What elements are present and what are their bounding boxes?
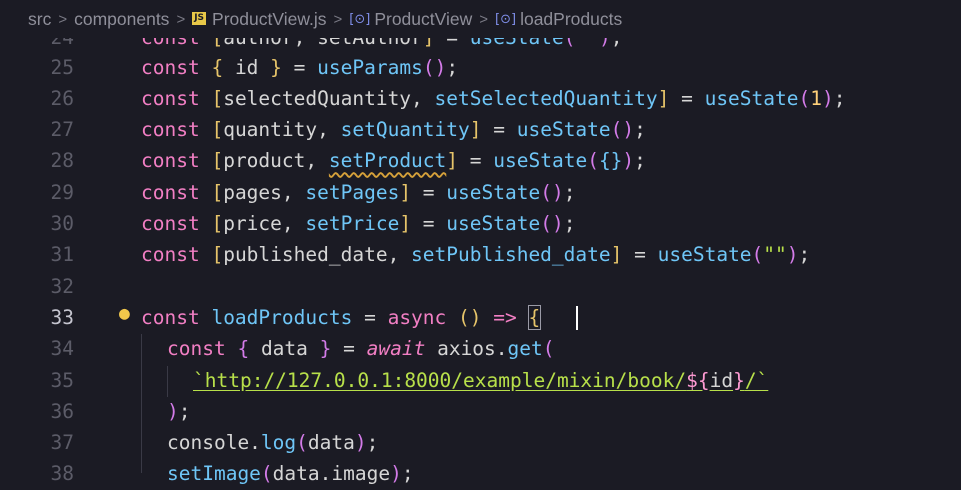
line-number: 38 — [50, 462, 74, 486]
code-text: const [price, setPrice] = useState(); — [141, 212, 576, 235]
line-number: 30 — [50, 212, 74, 235]
line-number: 33 — [50, 305, 74, 329]
line-number: 29 — [50, 180, 74, 204]
code-line[interactable]: 27 const [quantity, setQuantity] = useSt… — [0, 114, 961, 145]
code-line-active[interactable]: 33 const loadProducts = async () => { — [0, 302, 961, 333]
code-line[interactable]: 38 setImage(data.image); — [0, 458, 961, 489]
js-file-icon: JS — [192, 11, 207, 25]
line-number: 37 — [50, 431, 74, 455]
chevron-right-icon: > — [58, 10, 68, 28]
code-line[interactable]: 31 const [published_date, setPublished_d… — [0, 239, 961, 270]
code-text: const { id } = useParams(); — [141, 55, 459, 79]
code-line[interactable]: 35 `http://127.0.0.1:8000/example/mixin/… — [0, 365, 961, 396]
line-number: 28 — [50, 149, 74, 173]
breadcrumb-item-function[interactable]: loadProducts — [520, 9, 622, 30]
code-line[interactable]: 34 const { data } = await axios.get( — [0, 333, 961, 364]
line-number: 35 — [50, 368, 74, 392]
code-line[interactable]: 28 const [product, setProduct] = useStat… — [0, 145, 961, 176]
warning-squiggle: setProduct — [328, 149, 447, 173]
line-number: 32 — [50, 274, 74, 298]
breadcrumb: src > components > JS ProductView.js > [… — [0, 0, 961, 38]
code-line[interactable]: 30 const [price, setPrice] = useState(); — [0, 208, 961, 239]
line-number: 27 — [50, 118, 74, 142]
code-line[interactable]: 26 const [selectedQuantity, setSelectedQ… — [0, 83, 961, 114]
code-line[interactable]: 32 — [0, 271, 961, 302]
code-line[interactable]: 29 const [pages, setPages] = useState(); — [0, 177, 961, 208]
line-number: 26 — [50, 86, 74, 110]
line-number: 34 — [50, 337, 74, 361]
symbol-method-icon: [⊙] — [495, 11, 517, 27]
chevron-right-icon: > — [333, 10, 343, 28]
code-text: console.log(data); — [167, 431, 379, 455]
symbol-method-icon: [⊙] — [349, 11, 371, 27]
text-cursor — [576, 306, 578, 330]
code-line[interactable]: 25 const { id } = useParams(); — [0, 52, 961, 83]
code-text: const [product, setProduct] = useState({… — [141, 149, 646, 173]
code-text: const [pages, setPages] = useState(); — [141, 180, 576, 204]
code-text: `http://127.0.0.1:8000/example/mixin/boo… — [193, 368, 769, 392]
code-text: const [quantity, setQuantity] = useState… — [141, 118, 646, 142]
breadcrumb-item-file[interactable]: ProductView.js — [212, 9, 326, 30]
chevron-right-icon: > — [176, 10, 186, 28]
code-text: setImage(data.image); — [167, 462, 414, 486]
code-text: const [selectedQuantity, setSelectedQuan… — [141, 86, 846, 110]
line-number: 36 — [50, 399, 74, 423]
chevron-right-icon: > — [479, 10, 489, 28]
line-number: 25 — [50, 55, 74, 79]
code-text: const [published_date, setPublished_date… — [141, 243, 811, 267]
code-text: const { data } = await axios.get( — [167, 337, 555, 361]
line-number: 31 — [50, 243, 74, 267]
code-line[interactable]: 36 ); — [0, 396, 961, 427]
code-editor[interactable]: 24 const [author, setAuthor] = useState(… — [0, 0, 961, 485]
breadcrumb-item-components[interactable]: components — [74, 9, 169, 30]
code-line[interactable]: 37 console.log(data); — [0, 427, 961, 458]
breadcrumb-item-component[interactable]: ProductView — [374, 9, 472, 30]
code-text: ); — [167, 399, 191, 423]
lightbulb-icon[interactable]: ● — [119, 303, 130, 324]
breadcrumb-item-src[interactable]: src — [28, 9, 51, 30]
code-text: const loadProducts = async () => { — [141, 304, 542, 330]
